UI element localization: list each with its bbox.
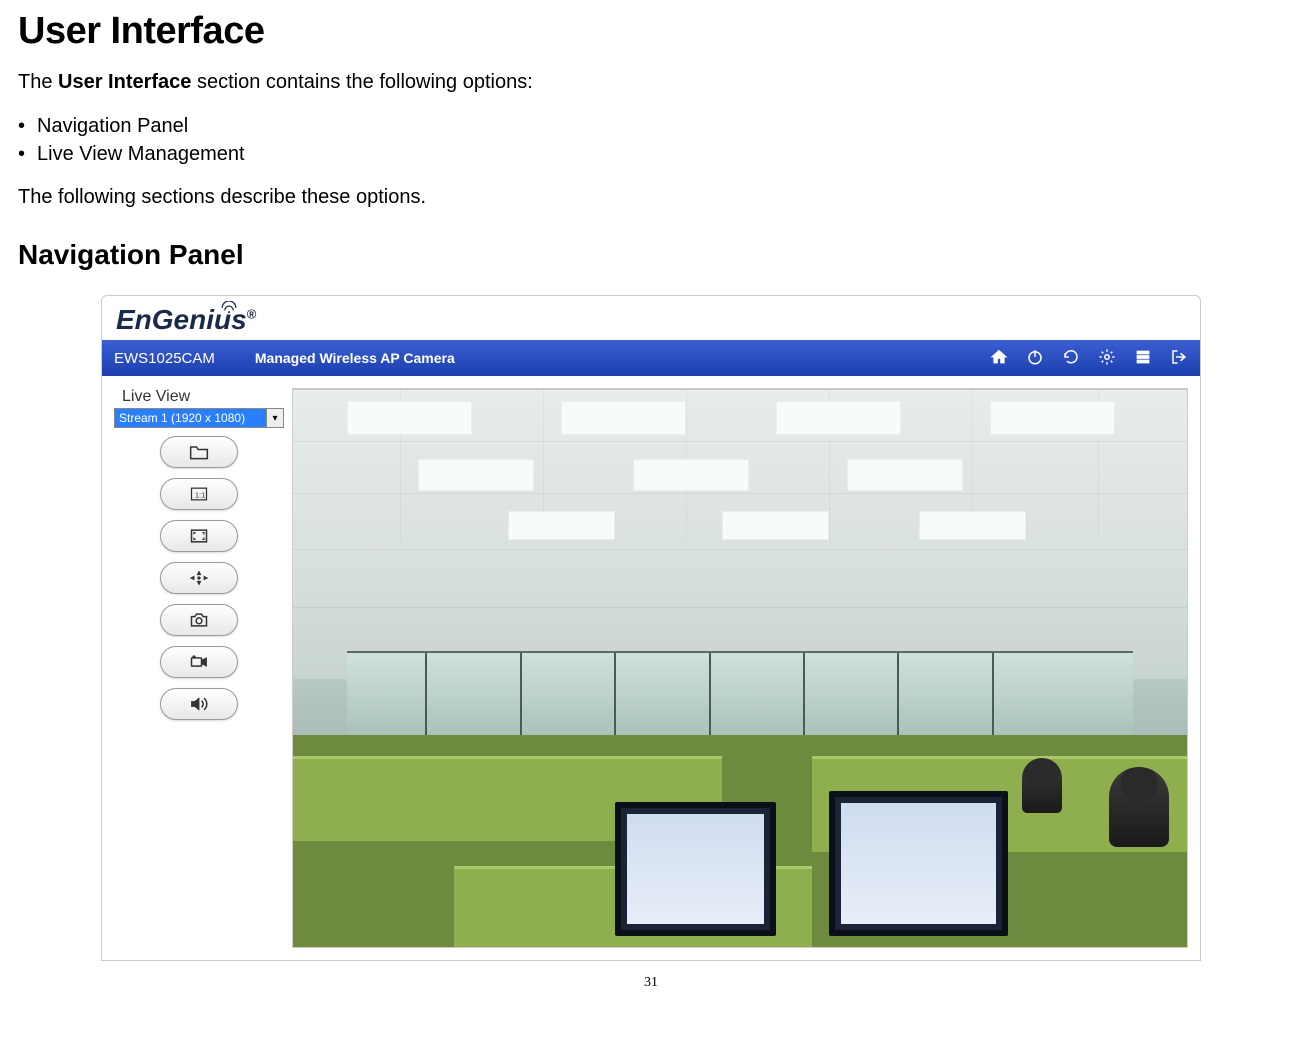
page-title: User Interface bbox=[18, 10, 1302, 53]
logout-icon[interactable] bbox=[1170, 348, 1188, 369]
stream-select[interactable]: Stream 1 (1920 x 1080) ▾ bbox=[114, 408, 284, 428]
video-person bbox=[1022, 758, 1062, 813]
fullscreen-icon bbox=[189, 527, 209, 545]
nav-icons bbox=[990, 348, 1188, 369]
actual-size-button[interactable]: 1:1 bbox=[160, 478, 238, 510]
page-number: 31 bbox=[0, 975, 1302, 991]
app-window: EnGenius® EWS1025CAM Managed Wireless AP… bbox=[101, 295, 1201, 961]
side-panel: Live View Stream 1 (1920 x 1080) ▾ 1:1 bbox=[114, 388, 284, 720]
description-text: The following sections describe these op… bbox=[18, 186, 1302, 209]
speaker-icon bbox=[189, 695, 209, 713]
video-monitor bbox=[615, 802, 776, 936]
record-icon bbox=[189, 653, 209, 671]
record-button[interactable] bbox=[160, 646, 238, 678]
subtitle-label: Managed Wireless AP Camera bbox=[255, 350, 455, 366]
screenshot: EnGenius® EWS1025CAM Managed Wireless AP… bbox=[101, 295, 1201, 961]
intro-prefix: The bbox=[18, 71, 58, 93]
chevron-down-icon[interactable]: ▾ bbox=[266, 408, 284, 428]
power-icon[interactable] bbox=[1026, 348, 1044, 369]
audio-button[interactable] bbox=[160, 688, 238, 720]
brand-logo: EnGenius® bbox=[116, 304, 256, 336]
video-monitor bbox=[829, 791, 1008, 936]
video-person bbox=[1109, 767, 1169, 847]
tool-buttons: 1:1 bbox=[114, 436, 284, 720]
live-video bbox=[292, 388, 1188, 948]
actual-size-icon: 1:1 bbox=[189, 485, 209, 503]
fullscreen-button[interactable] bbox=[160, 520, 238, 552]
stream-selected-text: Stream 1 (1920 x 1080) bbox=[114, 408, 266, 428]
folder-button[interactable] bbox=[160, 436, 238, 468]
intro-text: The User Interface section contains the … bbox=[18, 71, 1302, 94]
folder-icon bbox=[189, 443, 209, 461]
home-icon[interactable] bbox=[990, 348, 1008, 369]
intro-bold: User Interface bbox=[58, 71, 191, 93]
intro-suffix: section contains the following options: bbox=[191, 71, 532, 93]
stack-icon[interactable] bbox=[1134, 348, 1152, 369]
refresh-icon[interactable] bbox=[1062, 348, 1080, 369]
options-list: Navigation Panel Live View Management bbox=[18, 112, 1302, 168]
list-item: Navigation Panel bbox=[18, 112, 1302, 140]
model-label: EWS1025CAM bbox=[114, 350, 215, 367]
nav-bar: EWS1025CAM Managed Wireless AP Camera bbox=[102, 340, 1200, 376]
ptz-icon bbox=[189, 569, 209, 587]
brand-reg: ® bbox=[247, 307, 257, 322]
video-ceiling bbox=[293, 389, 1187, 679]
content-area: Live View Stream 1 (1920 x 1080) ▾ 1:1 bbox=[102, 376, 1200, 960]
svg-text:1:1: 1:1 bbox=[195, 490, 205, 499]
gear-icon[interactable] bbox=[1098, 348, 1116, 369]
list-item: Live View Management bbox=[18, 140, 1302, 168]
brand-row: EnGenius® bbox=[102, 296, 1200, 340]
live-view-label: Live View bbox=[122, 388, 284, 406]
camera-icon bbox=[189, 611, 209, 629]
wifi-icon bbox=[220, 301, 238, 313]
section-heading: Navigation Panel bbox=[18, 239, 1302, 271]
snapshot-button[interactable] bbox=[160, 604, 238, 636]
ptz-button[interactable] bbox=[160, 562, 238, 594]
